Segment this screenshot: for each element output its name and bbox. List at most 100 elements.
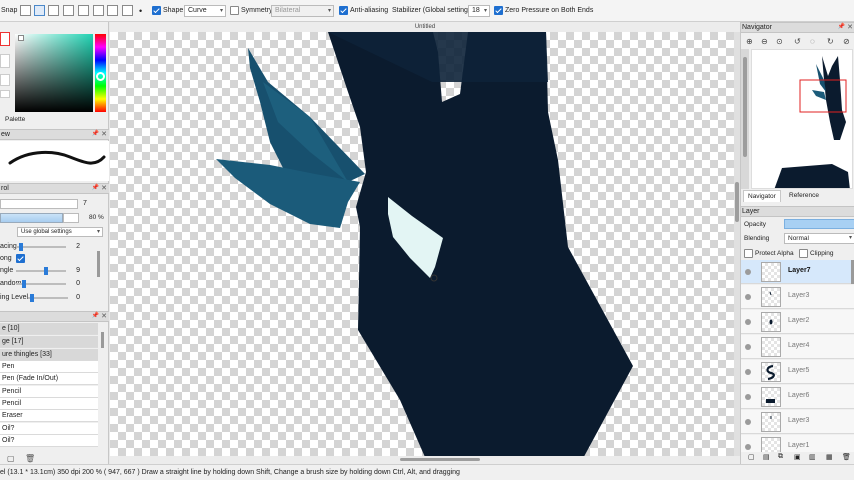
symmetry-toggle[interactable]: Symmetry	[230, 5, 273, 17]
random-slider[interactable]: andom 0	[0, 278, 90, 290]
long-toggle[interactable]: ong	[0, 253, 90, 265]
new-brush-icon[interactable]: ▢	[7, 454, 15, 463]
duplicate-layer-icon[interactable]: ⧉	[778, 453, 783, 461]
rotate-reset-icon[interactable]: ◌	[810, 37, 815, 46]
brush-item[interactable]: Oil?	[0, 423, 98, 435]
current-color-swatch[interactable]	[0, 32, 10, 46]
canvas-horizontal-scrollbar[interactable]	[110, 456, 734, 464]
delete-layer-icon[interactable]: 🗑	[842, 453, 851, 461]
flip-icon[interactable]: ⊘	[843, 37, 850, 46]
zoom-in-icon[interactable]: ⊕	[746, 37, 753, 46]
brush-list-scrollbar[interactable]	[101, 332, 104, 348]
brush-item[interactable]: Eraser	[0, 410, 98, 422]
artwork	[216, 32, 633, 456]
spacing-slider[interactable]: acing 2	[0, 241, 90, 253]
right-panel: Navigator 📌 ✕ ⊕ ⊖ ⊙ ↺ ◌ ↻ ⊘ Navigator Refe…	[740, 22, 854, 464]
snap-curve-icon[interactable]	[107, 5, 118, 16]
navigator-thumbnail	[774, 56, 850, 188]
dark-head-shape	[328, 32, 633, 456]
brush-item[interactable]: Oil?	[0, 435, 98, 447]
shape-toggle[interactable]: Shape	[152, 5, 183, 17]
layer-toolbar: ▢ ▤ ⧉ ▣ ▥ ▦ 🗑	[741, 452, 854, 464]
navigator-preview[interactable]	[751, 49, 853, 189]
layer-name: Layer3	[788, 292, 810, 299]
smoothing-level-slider[interactable]: ing Level 0	[0, 292, 90, 304]
visibility-eye-icon[interactable]	[745, 394, 751, 400]
layer-thumbnail	[761, 362, 781, 382]
secondary-color-swatch[interactable]	[0, 54, 10, 68]
tab-navigator[interactable]: Navigator	[743, 190, 781, 202]
angle-slider[interactable]: ngle 9	[0, 265, 90, 277]
navigator-scrollbar[interactable]	[741, 49, 749, 189]
zoom-fit-icon[interactable]: ⊙	[776, 37, 783, 46]
clear-layer-icon[interactable]: ▦	[826, 453, 833, 461]
brush-size-field[interactable]	[0, 199, 78, 209]
snap-vanishing-icon[interactable]	[63, 5, 74, 16]
color-sv-square[interactable]	[15, 34, 93, 112]
canvas-region: Untitled	[110, 22, 740, 464]
hue-cursor	[96, 72, 105, 81]
brush-control-header: rol 📌 ✕	[0, 183, 109, 194]
snap-label: Snap	[1, 7, 18, 14]
snap-parallel-icon[interactable]	[34, 5, 45, 16]
snap-radial-icon[interactable]	[78, 5, 89, 16]
brush-group-item[interactable]: ure thingles [33]	[0, 349, 98, 361]
extra-swatch[interactable]	[0, 90, 10, 98]
layer-row[interactable]: Layer2	[741, 310, 854, 334]
visibility-eye-icon[interactable]	[745, 294, 751, 300]
layer-blending-label: Blending	[744, 235, 770, 242]
layer-thumbnail	[761, 412, 781, 432]
layer-row[interactable]: Layer6	[741, 385, 854, 409]
symmetry-select[interactable]: Bilateral	[271, 5, 334, 17]
layer-opacity-label: Opacity	[744, 221, 767, 228]
antialias-toggle[interactable]: Anti-aliasing	[339, 5, 388, 17]
delete-brush-icon[interactable]: 🗑	[25, 454, 35, 463]
layer-row[interactable]: Layer5	[741, 360, 854, 384]
layer-row[interactable]: Layer7	[741, 260, 854, 284]
brush-item[interactable]: Pen (Fade In/Out)	[0, 373, 98, 385]
layer-blending-select[interactable]: Normal	[784, 233, 854, 244]
brush-control-scrollbar[interactable]	[97, 251, 100, 277]
layer-name: Layer4	[788, 342, 810, 349]
stabilizer-select[interactable]: 18	[468, 5, 490, 17]
visibility-eye-icon[interactable]	[745, 419, 751, 425]
visibility-eye-icon[interactable]	[745, 269, 751, 275]
new-layer-icon[interactable]: ▢	[748, 453, 755, 461]
brush-opacity-bar[interactable]	[0, 213, 63, 223]
tab-reference[interactable]: Reference	[785, 190, 823, 202]
brush-opacity-value: 80 %	[89, 214, 104, 221]
new-layer-set-icon[interactable]: ▤	[763, 453, 770, 461]
brush-item[interactable]: Pencil	[0, 398, 98, 410]
left-panel: Palette ew 📌 ✕ rol 📌 ✕ 7 80 % Use global set…	[0, 22, 109, 464]
snap-circle-icon[interactable]	[93, 5, 104, 16]
visibility-eye-icon[interactable]	[745, 319, 751, 325]
brush-group-item[interactable]: ge [17]	[0, 336, 98, 348]
zero-pressure-toggle[interactable]: Zero Pressure on Both Ends	[494, 5, 593, 17]
protect-alpha-toggle[interactable]: Protect Alpha	[744, 249, 794, 258]
layer-row[interactable]: Layer4	[741, 335, 854, 359]
merge-layer-icon[interactable]: ▥	[809, 453, 816, 461]
visibility-eye-icon[interactable]	[745, 444, 751, 450]
snap-crisscross-icon[interactable]	[48, 5, 59, 16]
brush-group-item[interactable]: e [10]	[0, 323, 98, 335]
transparent-color-swatch[interactable]	[0, 74, 10, 86]
navigator-tabs: Navigator Reference	[741, 190, 854, 202]
visibility-eye-icon[interactable]	[745, 369, 751, 375]
snap-off-icon[interactable]	[20, 5, 31, 16]
layer-row[interactable]: Layer1	[741, 435, 854, 452]
brush-blend-select[interactable]: Use global settings	[17, 227, 103, 237]
drawing-canvas[interactable]	[110, 32, 734, 456]
brush-item[interactable]: Pencil	[0, 386, 98, 398]
rotate-right-icon[interactable]: ↻	[827, 37, 834, 46]
snap-grid-icon[interactable]	[122, 5, 133, 16]
mask-layer-icon[interactable]: ▣	[794, 453, 801, 461]
layer-row[interactable]: Layer3	[741, 285, 854, 309]
brush-item[interactable]: Pen	[0, 361, 98, 373]
rotate-left-icon[interactable]: ↺	[794, 37, 801, 46]
layer-opacity-slider[interactable]	[784, 219, 854, 229]
visibility-eye-icon[interactable]	[745, 344, 751, 350]
clipping-toggle[interactable]: Clipping	[799, 249, 834, 258]
zoom-out-icon[interactable]: ⊖	[761, 37, 768, 46]
shape-select[interactable]: Curve	[184, 5, 226, 17]
layer-row[interactable]: Layer3	[741, 410, 854, 434]
